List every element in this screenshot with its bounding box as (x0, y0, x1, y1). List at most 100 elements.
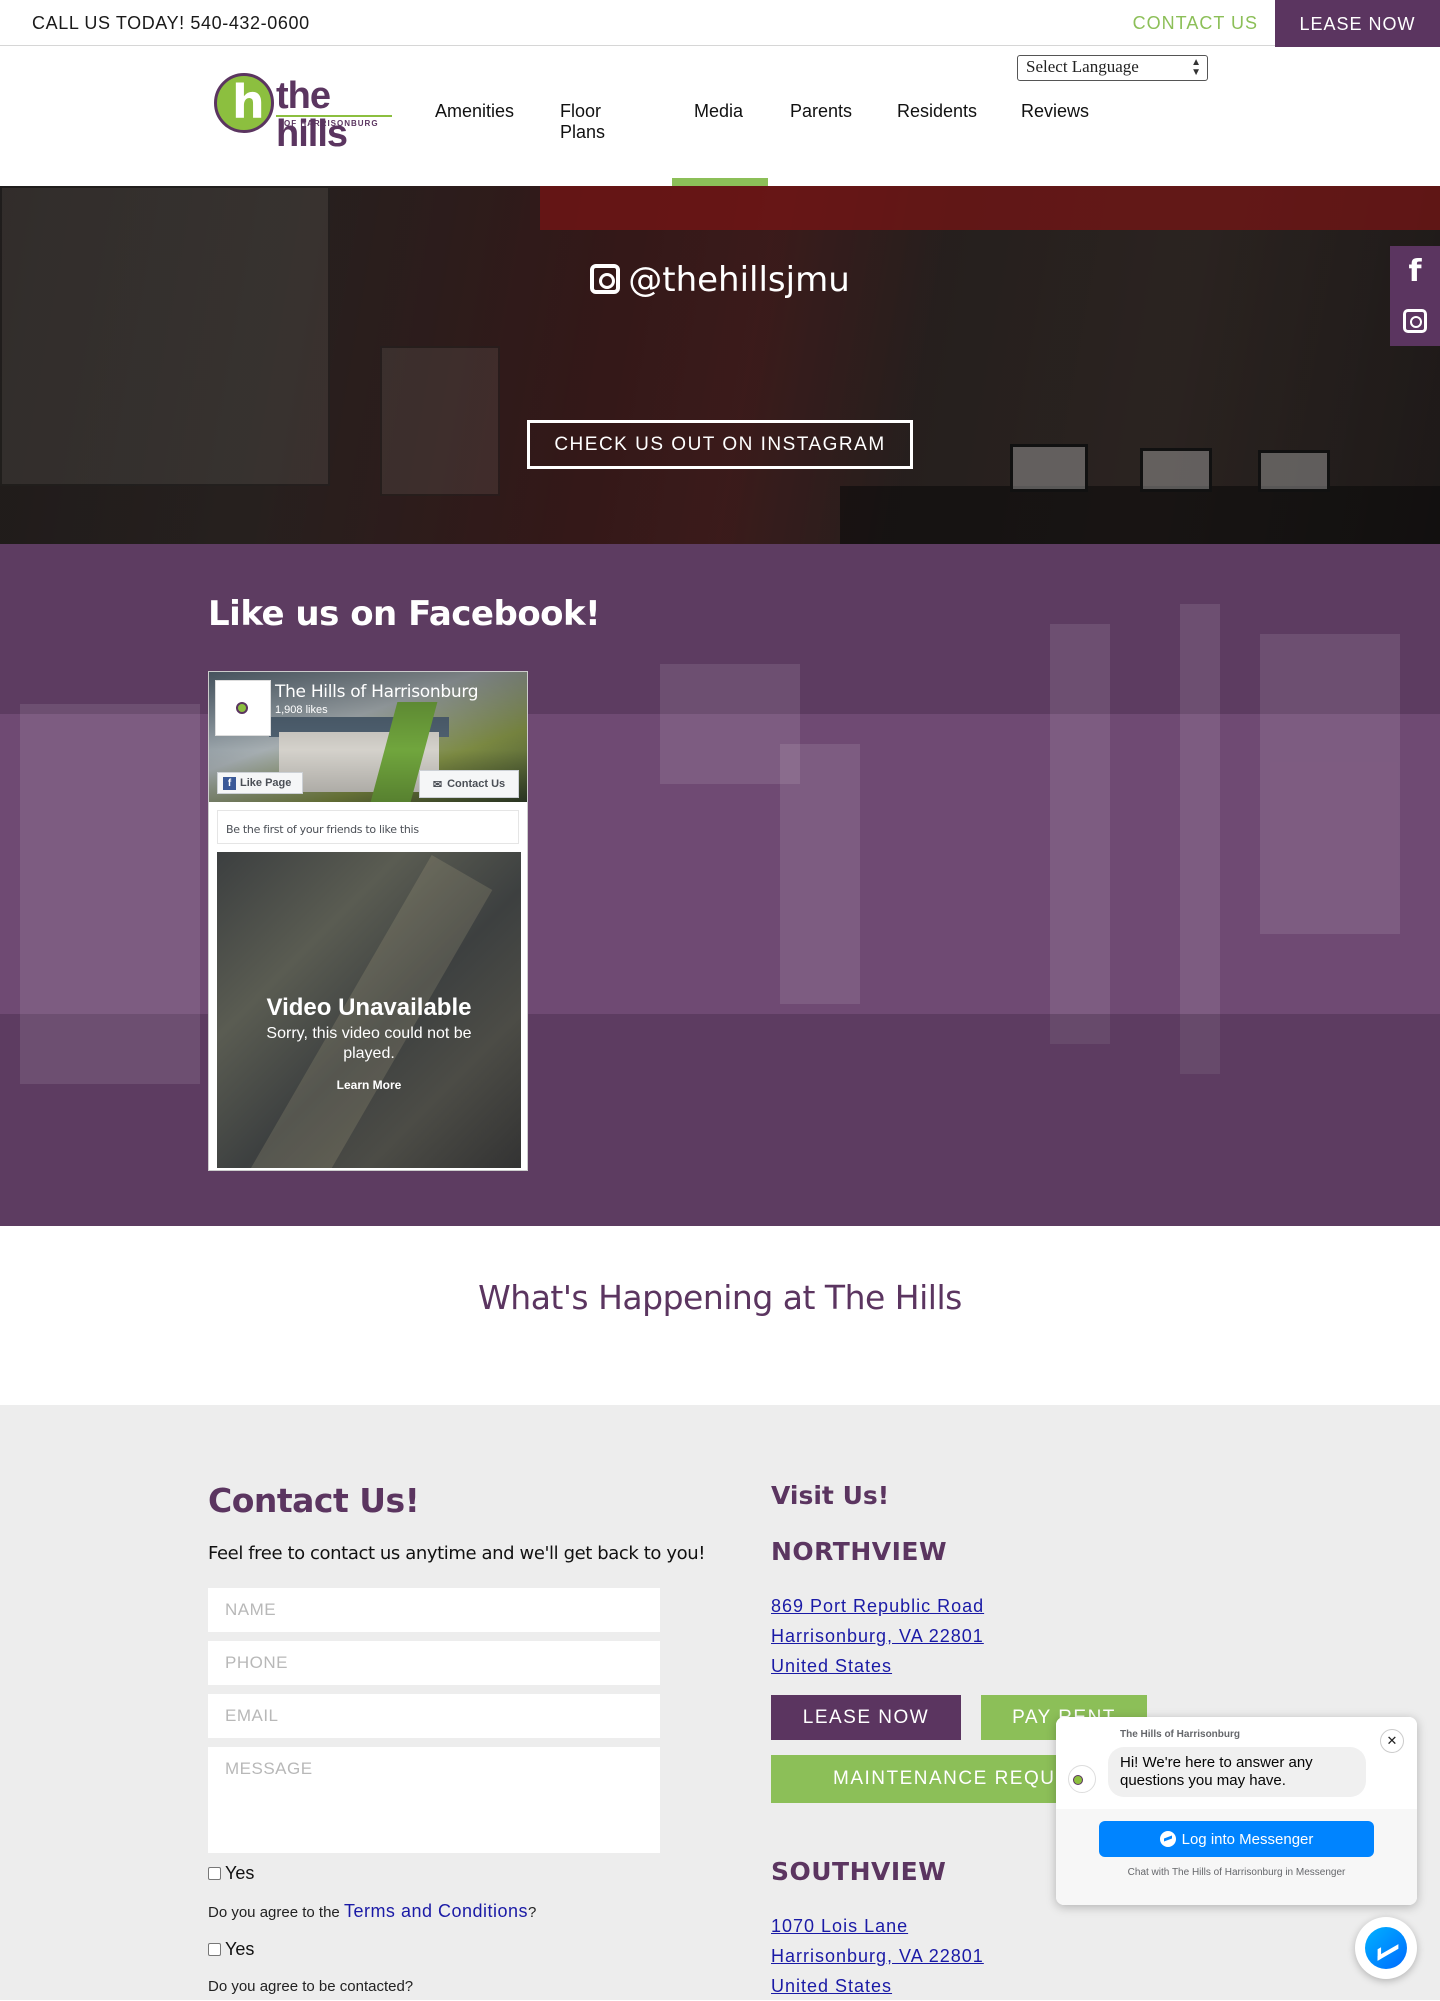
messenger-chat-with: Chat with The Hills of Harrisonburg in M… (1127, 1867, 1346, 1878)
contact-us-link[interactable]: CONTACT US (1133, 13, 1258, 34)
happening-title: What's Happening at The Hills (478, 1278, 962, 1317)
northview-heading: NORTHVIEW (771, 1537, 948, 1566)
background-machine (1180, 604, 1220, 1074)
nav-item-reviews[interactable]: Reviews (1021, 101, 1089, 122)
facebook-like-count: 1,908 likes (275, 704, 328, 716)
site-header: Select Language ▲ ▼ h the hills OF HARRIS… (0, 47, 1440, 186)
phone-input[interactable]: PHONE (208, 1641, 660, 1685)
terms-agree-prefix: Do you agree to the (208, 1904, 344, 1921)
facebook-friends-text: Be the first of your friends to like thi… (217, 810, 519, 844)
instagram-button[interactable]: CHECK US OUT ON INSTAGRAM (527, 420, 913, 469)
video-unavailable-title: Video Unavailable (266, 994, 472, 1021)
southview-heading: SOUTHVIEW (771, 1857, 947, 1886)
background-machine (780, 744, 860, 1004)
messenger-launcher-button[interactable] (1355, 1917, 1417, 1979)
address-line[interactable]: 1070 Lois Lane (771, 1911, 984, 1941)
background-machine (1260, 634, 1400, 934)
envelope-icon: ✉ (432, 778, 443, 791)
video-learn-more-link[interactable]: Learn More (217, 1078, 521, 1092)
background-monitor (1140, 448, 1212, 492)
avatar-logo-icon (236, 702, 248, 714)
facebook-icon[interactable]: f (1390, 246, 1440, 296)
messenger-launcher-icon (1365, 1927, 1407, 1969)
facebook-f-icon: f (223, 776, 236, 790)
messenger-greeting-bubble: Hi! We're here to answer any questions y… (1108, 1747, 1366, 1797)
terms-agree-suffix: ? (528, 1904, 537, 1921)
facebook-contact-button[interactable]: ✉ Contact Us (419, 770, 519, 798)
background-machine (1050, 624, 1110, 1044)
background-monitor (1258, 450, 1330, 492)
messenger-icon (1159, 1831, 1176, 1847)
nav-item-amenities[interactable]: Amenities (435, 101, 514, 122)
contact-subtitle: Feel free to contact us anytime and we'l… (208, 1543, 706, 1564)
terms-checkbox-label: Yes (225, 1863, 255, 1883)
site-logo[interactable]: h the hills OF HARRISONBURG (212, 73, 396, 153)
happening-section: What's Happening at The Hills (0, 1226, 1440, 1405)
contact-agree-text: Do you agree to be contacted? (208, 1978, 414, 1995)
facebook-section: Like us on Facebook! The Hills of Harris… (0, 544, 1440, 1226)
language-select[interactable]: Select Language ▲ ▼ (1017, 55, 1208, 81)
address-line[interactable]: Harrisonburg, VA 22801 (771, 1941, 984, 1971)
message-textarea[interactable]: MESSAGE (208, 1747, 660, 1853)
address-line[interactable]: Harrisonburg, VA 22801 (771, 1621, 984, 1651)
contact-title: Contact Us! (208, 1481, 420, 1520)
terms-checkbox[interactable] (208, 1867, 221, 1880)
social-tabs: f (1390, 246, 1440, 346)
background-window (0, 186, 330, 486)
nav-active-indicator (672, 178, 768, 186)
contact-button-label: Contact Us (447, 778, 506, 790)
address-line[interactable]: United States (771, 1651, 984, 1681)
background-treadmill (20, 704, 200, 1084)
messenger-login-button[interactable]: Log into Messenger (1099, 1821, 1374, 1857)
messenger-page-name: The Hills of Harrisonburg (1120, 1729, 1241, 1740)
messenger-login-label: Log into Messenger (1181, 1830, 1314, 1848)
nav-item-residents[interactable]: Residents (897, 101, 977, 122)
call-us-phone[interactable]: CALL US TODAY! 540-432-0600 (32, 13, 310, 34)
instagram-side-icon[interactable] (1390, 296, 1440, 346)
lease-now-top-button[interactable]: LEASE NOW (1275, 0, 1440, 48)
email-input[interactable]: EMAIL (208, 1694, 660, 1738)
facebook-page-avatar[interactable] (215, 680, 271, 736)
video-unavailable-message: Sorry, this video could not be played. (266, 1025, 472, 1062)
contact-section: Contact Us! Feel free to contact us anyt… (0, 1405, 1440, 2000)
facebook-page-name[interactable]: The Hills of Harrisonburg (275, 682, 479, 702)
instagram-handle-text[interactable]: @thehillsjmu (628, 260, 850, 300)
background-desk (840, 486, 1440, 544)
messenger-avatar (1068, 1765, 1096, 1793)
select-arrows-icon: ▲ ▼ (1191, 57, 1201, 78)
nav-item-parents[interactable]: Parents (790, 101, 852, 122)
messenger-popup: The Hills of Harrisonburg Hi! We're here… (1056, 1717, 1417, 1905)
close-icon[interactable]: ✕ (1380, 1729, 1404, 1753)
visit-title: Visit Us! (771, 1481, 890, 1510)
address-line[interactable]: 869 Port Republic Road (771, 1591, 984, 1621)
instagram-handle: @thehillsjmu (0, 260, 1440, 300)
background-painting (380, 346, 500, 496)
instagram-icon (590, 264, 621, 294)
address-line[interactable]: United States (771, 1971, 984, 2001)
northview-address[interactable]: 869 Port Republic Road Harrisonburg, VA … (771, 1591, 984, 1681)
top-bar: CALL US TODAY! 540-432-0600 CONTACT US L… (0, 0, 1440, 48)
facebook-page-widget: The Hills of Harrisonburg 1,908 likes fL… (208, 671, 528, 1171)
contact-checkbox-label: Yes (225, 1939, 255, 1959)
contact-checkbox-row: Yes (208, 1939, 254, 1960)
messenger-actions: Log into Messenger Chat with The Hills o… (1056, 1809, 1417, 1905)
nav-item-media[interactable]: Media (694, 101, 743, 122)
logo-subtext: OF HARRISONBURG (284, 119, 379, 128)
facebook-like-button[interactable]: f Like Page (217, 772, 303, 794)
facebook-title: Like us on Facebook! (208, 594, 601, 634)
nav-item-floor-plans[interactable]: Floor Plans (560, 101, 605, 143)
background-ceiling (540, 186, 1440, 230)
lease-now-button[interactable]: LEASE NOW (771, 1695, 961, 1740)
logo-mark-icon: h (214, 73, 274, 133)
name-input[interactable]: NAME (208, 1588, 660, 1632)
background-window (660, 664, 800, 784)
southview-address[interactable]: 1070 Lois Lane Harrisonburg, VA 22801 Un… (771, 1911, 984, 2001)
contact-checkbox[interactable] (208, 1943, 221, 1956)
facebook-video-player[interactable]: Video Unavailable Sorry, this video coul… (217, 852, 521, 1168)
terms-link[interactable]: Terms and Conditions (344, 1901, 528, 1921)
terms-agree-text: Do you agree to the Terms and Conditions… (208, 1901, 536, 1922)
terms-checkbox-row: Yes (208, 1863, 254, 1884)
like-button-label: Like Page (240, 777, 292, 789)
language-select-value: Select Language (1026, 57, 1139, 76)
facebook-cover-photo[interactable]: The Hills of Harrisonburg 1,908 likes fL… (209, 672, 527, 802)
